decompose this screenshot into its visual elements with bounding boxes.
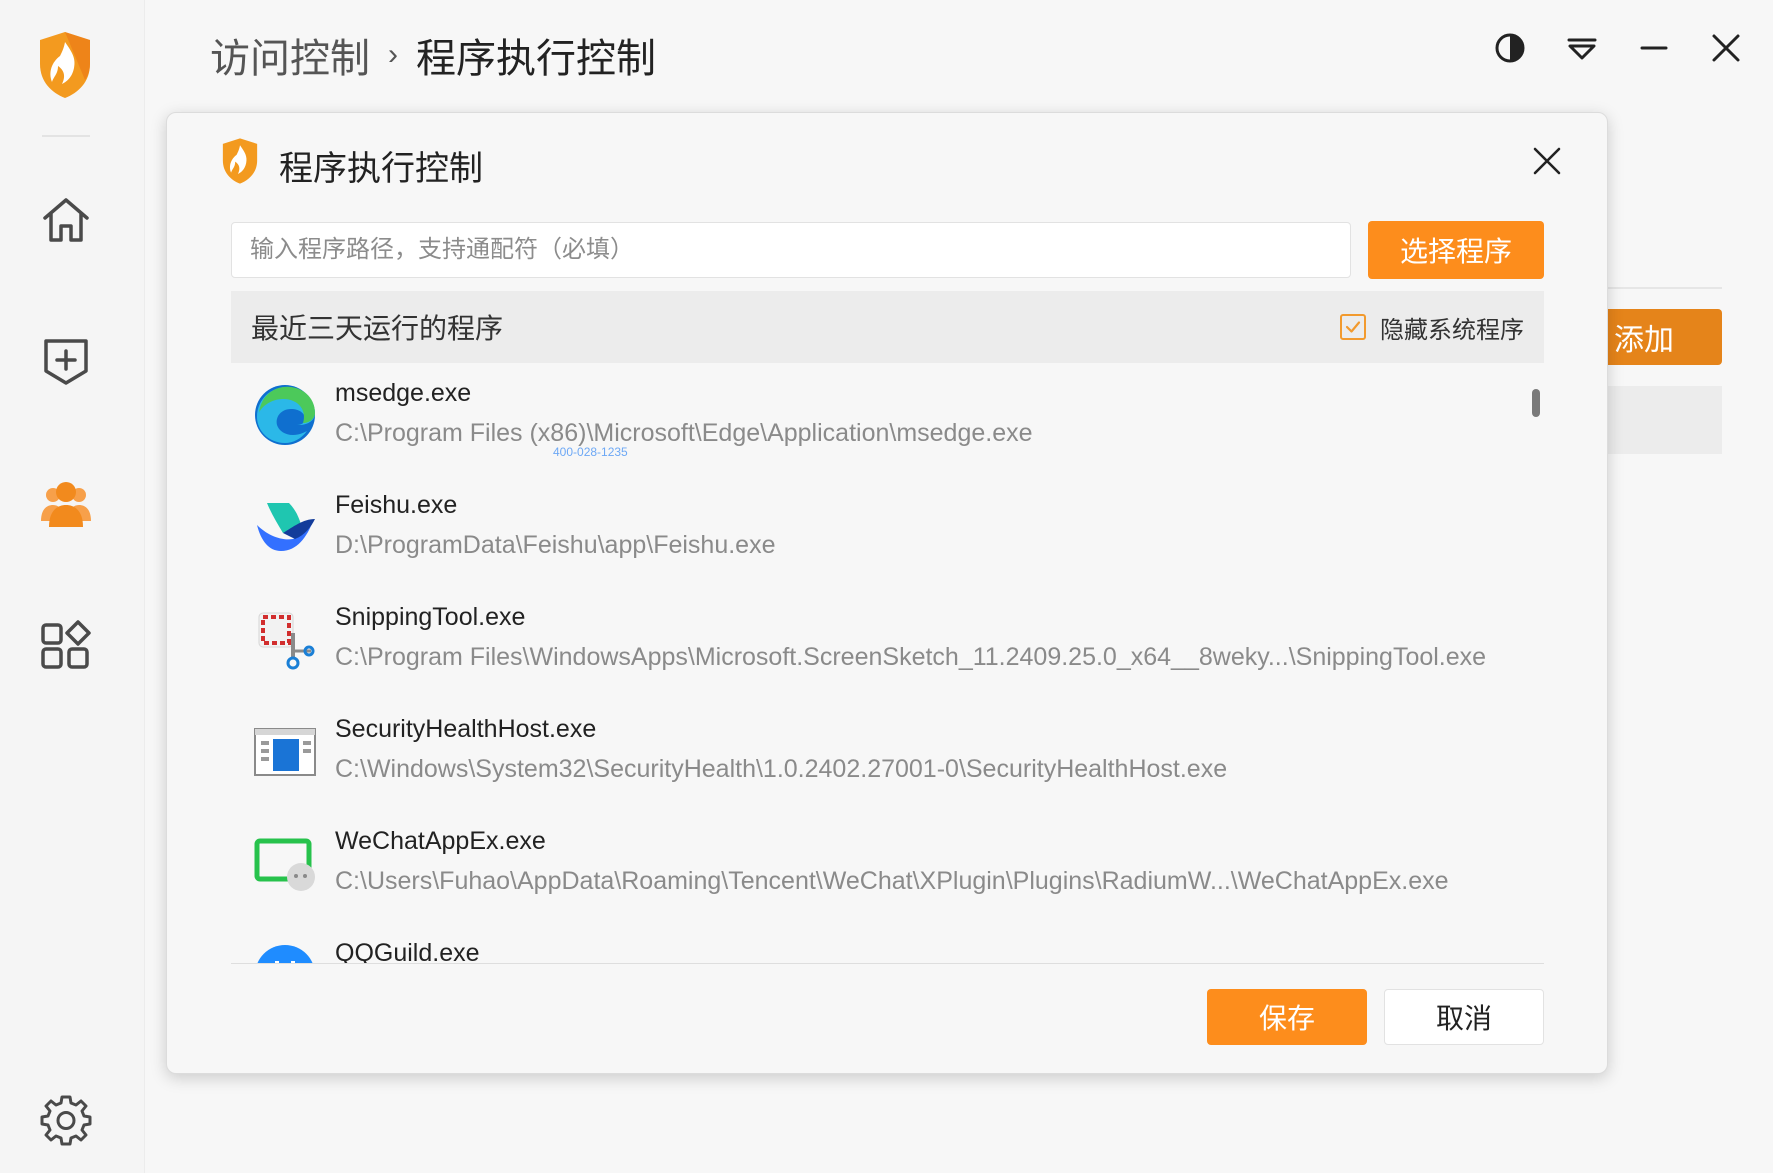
program-name: SnippingTool.exe <box>335 603 526 631</box>
qqguild-icon <box>253 943 317 963</box>
contrast-icon <box>1493 31 1527 70</box>
breadcrumb-separator: › <box>388 38 398 71</box>
program-list-item[interactable]: QQGuild.exe <box>231 923 1521 963</box>
program-path-input[interactable] <box>231 222 1351 278</box>
minimize-button[interactable] <box>1632 28 1676 72</box>
program-path: C:\Program Files (x86)\Microsoft\Edge\Ap… <box>335 419 1033 447</box>
shield-plus-icon <box>39 335 93 394</box>
app-logo-icon <box>36 30 94 100</box>
dialog-title: 程序执行控制 <box>279 150 483 188</box>
program-name: Feishu.exe <box>335 491 458 519</box>
program-name: WeChatAppEx.exe <box>335 827 546 855</box>
cancel-button[interactable]: 取消 <box>1384 989 1544 1045</box>
program-name: QQGuild.exe <box>335 939 480 963</box>
breadcrumb: 访问控制 › 程序执行控制 <box>210 26 656 84</box>
snipping-tool-icon <box>253 607 317 671</box>
program-list-item[interactable]: SecurityHealthHost.exe C:\Windows\System… <box>231 699 1521 811</box>
apps-grid-icon <box>39 619 93 678</box>
watermark: 400-028-1235 <box>553 431 628 459</box>
program-list-item[interactable]: msedge.exe C:\Program Files (x86)\Micros… <box>231 363 1521 475</box>
program-path: C:\Users\Fuhao\AppData\Roaming\Tencent\W… <box>335 867 1449 895</box>
menu-button[interactable] <box>1560 28 1604 72</box>
gear-icon <box>39 1093 93 1152</box>
program-path: C:\Windows\System32\SecurityHealth\1.0.2… <box>335 755 1228 783</box>
nav-access-control[interactable] <box>38 478 94 534</box>
nav-home[interactable] <box>38 194 94 250</box>
nav-protection[interactable] <box>38 336 94 392</box>
sidebar-divider <box>42 135 90 137</box>
page-title: 程序执行控制 <box>416 37 656 81</box>
program-name: msedge.exe <box>335 379 472 407</box>
recent-programs-title: 最近三天运行的程序 <box>251 313 504 344</box>
hide-system-checkbox[interactable] <box>1340 314 1366 340</box>
dialog-close-button[interactable] <box>1527 143 1567 183</box>
sidebar <box>0 0 145 1173</box>
watermark-text: 400-028-1235 <box>553 445 628 459</box>
background-add-button: 添加 <box>1590 309 1722 365</box>
breadcrumb-parent[interactable]: 访问控制 <box>210 26 370 84</box>
users-icon <box>39 477 93 536</box>
dropdown-menu-icon <box>1565 31 1599 70</box>
hide-system-label: 隐藏系统程序 <box>1380 316 1524 344</box>
nav-settings[interactable] <box>38 1094 94 1150</box>
program-list: msedge.exe C:\Program Files (x86)\Micros… <box>231 363 1544 963</box>
feishu-icon <box>253 495 317 559</box>
nav-apps[interactable] <box>38 619 94 678</box>
list-scrollbar[interactable] <box>1532 389 1540 417</box>
recent-programs-header: 最近三天运行的程序 隐藏系统程序 <box>231 291 1544 363</box>
program-execution-dialog: 程序执行控制 选择程序 最近三天运行的程序 隐藏系统程序 <box>166 112 1608 1074</box>
home-icon <box>39 193 93 252</box>
security-health-icon <box>253 719 317 783</box>
hide-system-programs-toggle[interactable]: 隐藏系统程序 <box>1340 310 1524 345</box>
program-name: SecurityHealthHost.exe <box>335 715 597 743</box>
window-close-button[interactable] <box>1704 28 1748 72</box>
program-list-item[interactable]: WeChatAppEx.exe C:\Users\Fuhao\AppData\R… <box>231 811 1521 923</box>
edge-icon <box>253 383 317 447</box>
program-path: C:\Program Files\WindowsApps\Microsoft.S… <box>335 643 1487 671</box>
program-list-item[interactable]: SnippingTool.exe C:\Program Files\Window… <box>231 587 1521 699</box>
program-path: D:\ProgramData\Feishu\app\Feishu.exe <box>335 531 776 559</box>
theme-toggle-button[interactable] <box>1488 28 1532 72</box>
background-table-row <box>1606 386 1722 454</box>
close-icon <box>1532 146 1562 181</box>
select-program-button[interactable]: 选择程序 <box>1368 221 1544 279</box>
background-divider <box>1606 287 1722 289</box>
close-icon <box>1709 31 1743 70</box>
list-divider <box>231 963 1544 964</box>
save-button[interactable]: 保存 <box>1207 989 1367 1045</box>
minimize-icon <box>1637 31 1671 70</box>
program-list-item[interactable]: Feishu.exe D:\ProgramData\Feishu\app\Fei… <box>231 475 1521 587</box>
dialog-logo-icon <box>219 137 261 185</box>
wechat-appex-icon <box>253 831 317 895</box>
checkmark-icon <box>1345 321 1361 333</box>
